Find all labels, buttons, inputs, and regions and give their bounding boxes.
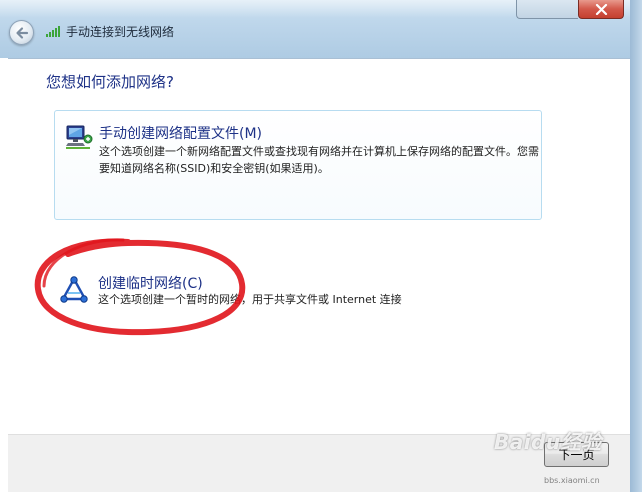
adhoc-network-icon — [60, 276, 88, 303]
network-computer-icon — [66, 125, 93, 149]
next-button[interactable]: 下一页 — [544, 442, 609, 467]
window-title: 手动连接到无线网络 — [66, 25, 175, 39]
option-manual-profile[interactable]: 手动创建网络配置文件(M) 这个选项创建一个新网络配置文件或查找现有网络并在计算… — [54, 110, 542, 220]
back-arrow-icon — [16, 27, 29, 39]
minimize-button[interactable] — [516, 0, 578, 19]
option-title: 手动创建网络配置文件(M) — [99, 126, 263, 142]
option-description: 这个选项创建一个暂时的网络，用于共享文件或 Internet 连接 — [98, 293, 402, 306]
back-button[interactable] — [9, 20, 34, 45]
option-adhoc-network[interactable]: 创建临时网络(C) 这个选项创建一个暂时的网络，用于共享文件或 Internet… — [54, 268, 542, 318]
window-frame-edge — [630, 0, 642, 492]
option-title: 创建临时网络(C) — [98, 276, 203, 292]
wireless-signal-icon — [46, 26, 60, 37]
close-icon — [595, 4, 608, 15]
close-button[interactable] — [578, 0, 624, 19]
footer-bar — [8, 434, 630, 492]
page-question: 您想如何添加网络? — [46, 73, 174, 91]
option-description: 这个选项创建一个新网络配置文件或查找现有网络并在计算机上保存网络的配置文件。您需… — [99, 145, 539, 175]
